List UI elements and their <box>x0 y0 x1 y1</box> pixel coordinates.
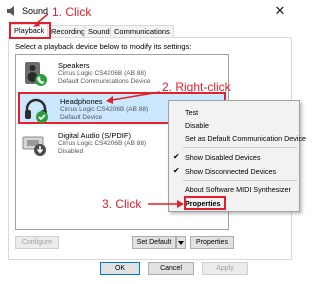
menu-item-disable[interactable]: Disable <box>185 121 209 130</box>
device-description: Cirrus Logic CS4206B (AB 88) <box>58 70 147 77</box>
device-status: Default Communications Device <box>58 78 151 85</box>
set-default-dropdown[interactable] <box>176 236 186 249</box>
window-title: Sound <box>22 6 49 16</box>
menu-item-set-default-communication[interactable]: Set as Default Communication Device <box>185 134 306 143</box>
annotation-step1: 1. Click <box>52 5 92 19</box>
tab-communications[interactable]: Communications <box>110 25 174 37</box>
annotation-step3: 3. Click <box>102 197 142 211</box>
device-description: Cirrus Logic CS4206B (AB 88) <box>58 140 147 147</box>
device-status: Default Device <box>60 114 103 121</box>
apply-button[interactable]: Apply <box>202 262 248 275</box>
close-icon[interactable]: ✕ <box>266 2 294 20</box>
menu-item-test[interactable]: Test <box>185 108 198 117</box>
device-name: Digital Audio (S/PDIF) <box>58 131 131 140</box>
sound-app-icon <box>7 6 14 16</box>
device-description: Cirrus Logic CS4206B (AB 88) <box>60 106 149 113</box>
checkmark-icon: ✔ <box>173 152 180 161</box>
instruction-text: Select a playback device below to modify… <box>15 42 192 51</box>
ok-button[interactable]: OK <box>100 262 140 275</box>
configure-button[interactable]: Configure <box>15 236 59 249</box>
checkmark-icon: ✔ <box>173 166 180 175</box>
menu-item-show-disconnected[interactable]: Show Disconnected Devices <box>185 167 276 176</box>
tab-recording[interactable]: Recording <box>47 25 90 37</box>
menu-item-show-disabled[interactable]: Show Disabled Devices <box>185 153 261 162</box>
chevron-down-icon <box>178 241 184 245</box>
set-default-button[interactable]: Set Default <box>132 236 176 249</box>
headphones-icon <box>25 98 48 123</box>
properties-button[interactable]: Properties <box>190 236 234 249</box>
menu-separator <box>183 180 297 181</box>
menu-item-about-midi[interactable]: About Software MIDI Synthesizer <box>185 185 291 194</box>
annotation-box-playback <box>9 22 51 39</box>
annotation-step2: 2. Right-click <box>162 80 231 94</box>
menu-separator <box>183 147 297 148</box>
title-bar: Sound ✕ <box>0 0 300 22</box>
digital-audio-icon <box>22 136 46 156</box>
device-name: Speakers <box>58 61 90 70</box>
speaker-icon <box>25 62 47 86</box>
device-status: Disabled <box>58 148 84 155</box>
annotation-box-properties <box>184 196 226 210</box>
cancel-button[interactable]: Cancel <box>148 262 194 275</box>
device-name: Headphones <box>60 97 103 106</box>
